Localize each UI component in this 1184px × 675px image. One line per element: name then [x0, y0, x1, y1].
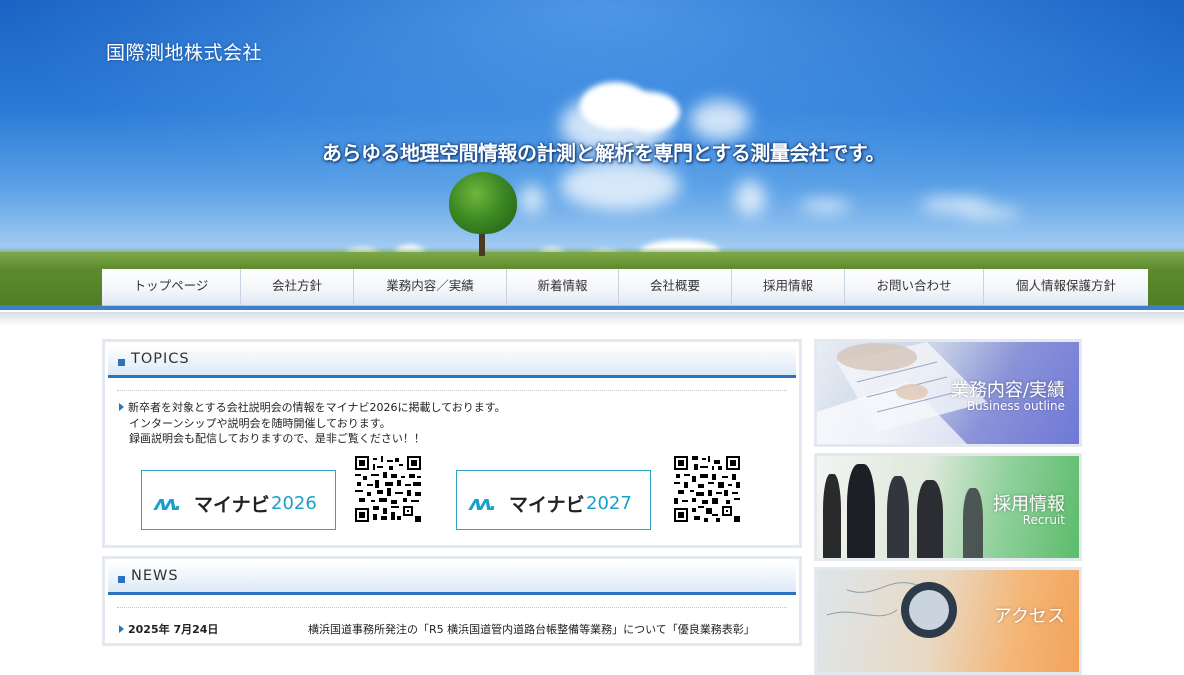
news-date: 2025年 7月24日: [128, 623, 219, 636]
divider: [117, 390, 787, 391]
person-figure: [847, 464, 875, 558]
nav-item-privacy[interactable]: 個人情報保護方針: [984, 269, 1148, 305]
company-name[interactable]: 国際測地株式会社: [106, 38, 262, 65]
topics-line: 新卒者を対象とする会社説明会の情報をマイナビ2026に掲載しております。: [119, 400, 506, 416]
square-icon: [118, 359, 125, 366]
nav-item-news[interactable]: 新着情報: [507, 269, 619, 305]
mynavi-year: 2026: [271, 493, 317, 514]
recruit-banner[interactable]: 採用情報 Recruit: [814, 453, 1082, 561]
news-text[interactable]: 横浜国道事務所発注の「R5 横浜国道管内道路台帳整備等業務」について「優良業務表…: [308, 623, 755, 636]
person-figure: [887, 476, 909, 558]
nav-item-business[interactable]: 業務内容／実績: [354, 269, 507, 305]
mynavi-year: 2027: [586, 493, 632, 514]
tree-icon: [449, 172, 517, 234]
arrow-right-icon: [119, 625, 124, 633]
mynavi-logo-icon: ᴧᴧ.: [154, 491, 182, 515]
main-nav: トップページ 会社方針 業務内容／実績 新着情報 会社概要 採用情報 お問い合わ…: [102, 269, 1148, 306]
mynavi-brand: マイナビ: [509, 494, 585, 516]
qr-code-icon[interactable]: [355, 456, 421, 522]
topics-panel: TOPICS 新卒者を対象とする会社説明会の情報をマイナビ2026に掲載しており…: [102, 339, 802, 548]
news-header: NEWS: [108, 562, 796, 595]
banner-subtitle: Business outline: [966, 399, 1065, 413]
topics-line: 録画説明会も配信しておりますので、是非ご覧ください！！: [129, 432, 425, 445]
nav-item-policy[interactable]: 会社方針: [241, 269, 354, 305]
mynavi-logo-icon: ᴧᴧ.: [469, 491, 497, 515]
cloud: [620, 92, 680, 132]
cloud: [960, 208, 1020, 218]
mynavi-2027-banner[interactable]: ᴧᴧ. マイナビ 2027: [456, 470, 651, 530]
banner-title: アクセス: [993, 606, 1065, 627]
cloud: [520, 185, 544, 213]
square-icon: [118, 576, 125, 583]
person-figure: [963, 488, 983, 558]
news-item[interactable]: 2025年 7月24日 横浜国道事務所発注の「R5 横浜国道管内道路台帳整備等業務…: [119, 621, 755, 637]
qr-code-icon[interactable]: [674, 456, 740, 522]
nav-item-recruit[interactable]: 採用情報: [732, 269, 845, 305]
arrow-right-icon: [119, 403, 124, 411]
mynavi-brand: マイナビ: [194, 494, 270, 516]
business-outline-banner[interactable]: 業務内容/実績 Business outline: [814, 339, 1082, 447]
topics-line: インターンシップや説明会を随時開催しております。: [129, 416, 391, 430]
nav-item-top[interactable]: トップページ: [102, 269, 241, 305]
hero-banner: 国際測地株式会社 あらゆる地理空間情報の計測と解析を専門とする測量会社です。: [0, 0, 1184, 310]
topics-text: 新卒者を対象とする会社説明会の情報をマイナビ2026に掲載しております。 インタ…: [119, 400, 506, 447]
access-banner[interactable]: アクセス: [814, 567, 1082, 675]
cloud: [690, 100, 750, 140]
news-panel: NEWS 2025年 7月24日 横浜国道事務所発注の「R5 横浜国道管内道路台帳…: [102, 556, 802, 646]
nav-item-contact[interactable]: お問い合わせ: [845, 269, 984, 305]
topics-header: TOPICS: [108, 345, 796, 378]
cloud: [800, 200, 850, 212]
tagline: あらゆる地理空間情報の計測と解析を専門とする測量会社です。: [322, 141, 885, 165]
topics-title: TOPICS: [131, 351, 190, 367]
news-title: NEWS: [131, 568, 179, 584]
cloud: [560, 160, 680, 210]
cloud: [735, 180, 765, 216]
banner-subtitle: Recruit: [1022, 513, 1065, 527]
person-figure: [823, 474, 841, 558]
person-figure: [917, 480, 943, 558]
nav-item-company[interactable]: 会社概要: [619, 269, 732, 305]
mynavi-2026-banner[interactable]: ᴧᴧ. マイナビ 2026: [141, 470, 336, 530]
divider: [117, 607, 787, 608]
hero-shadow: [0, 312, 1184, 326]
topics-line-text: 新卒者を対象とする会社説明会の情報をマイナビ2026に掲載しております。: [128, 401, 506, 414]
